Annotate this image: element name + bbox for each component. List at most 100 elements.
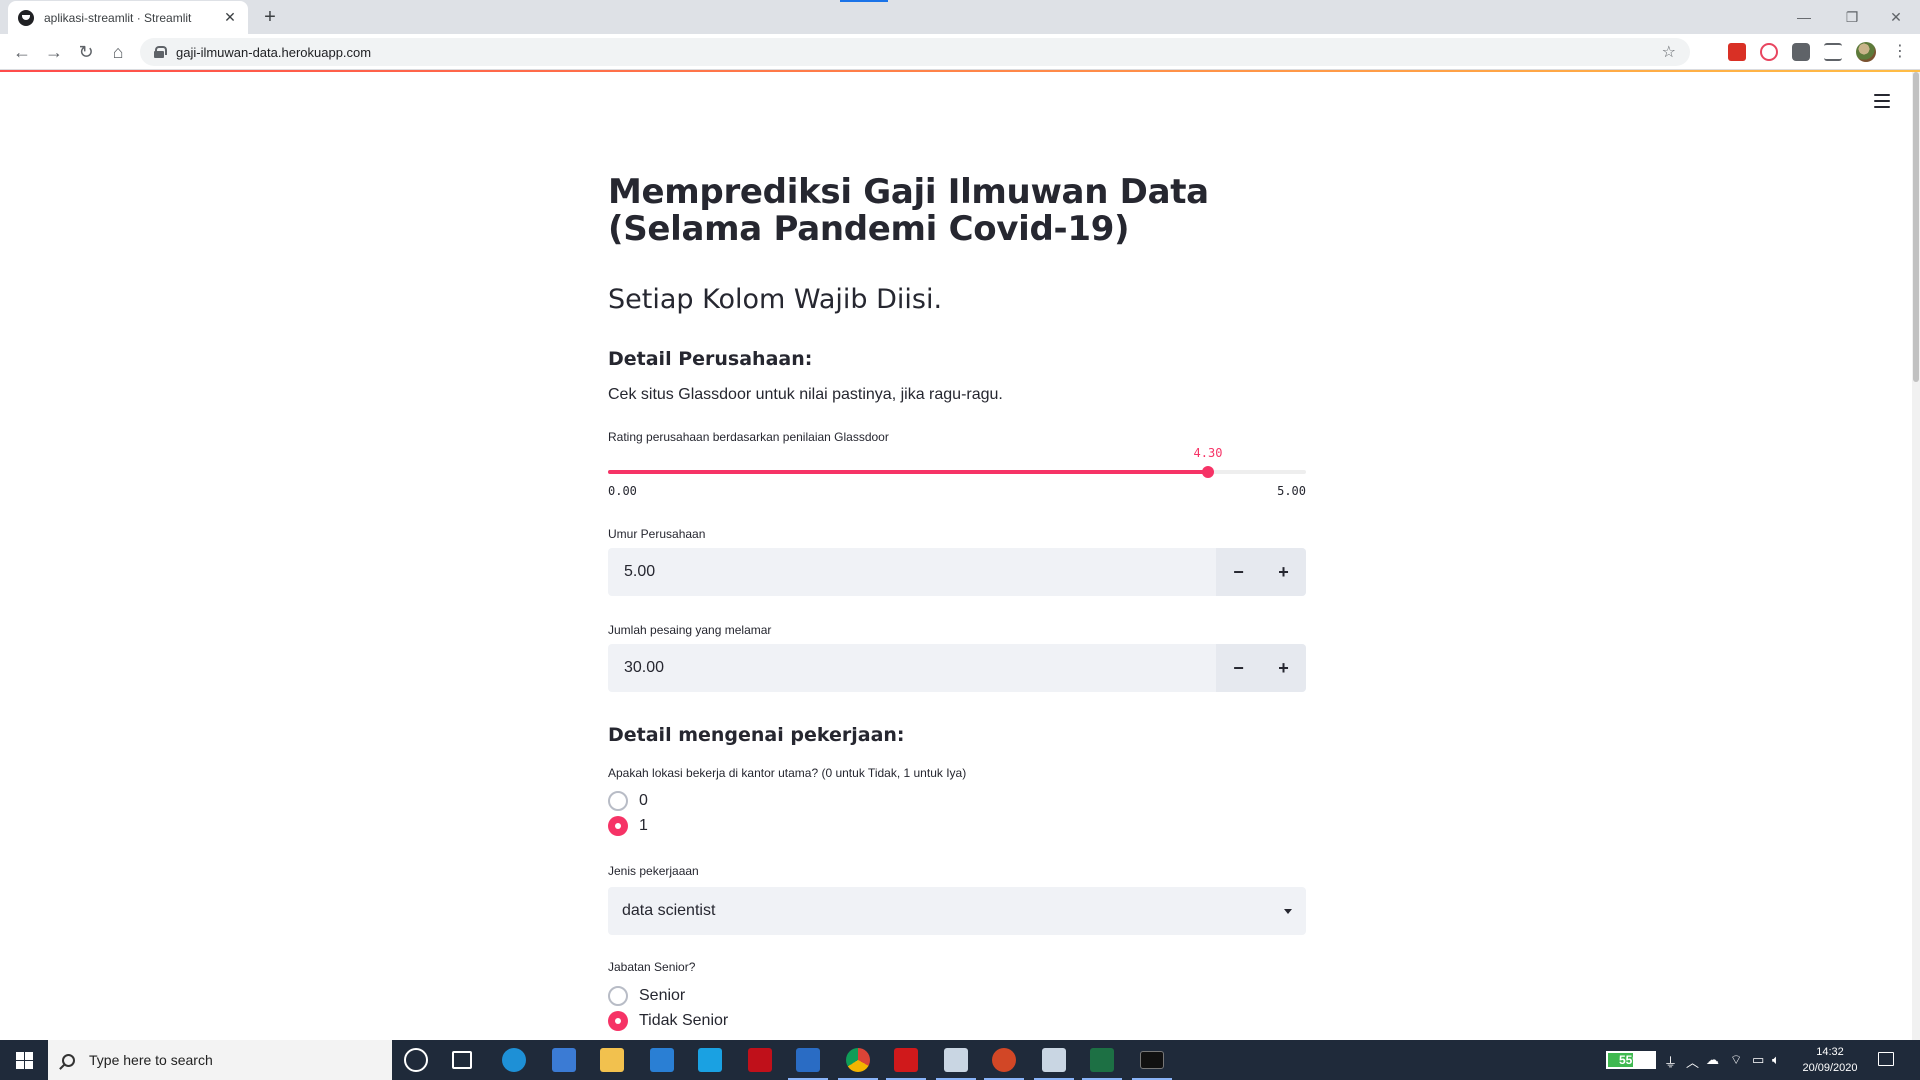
browser-tab[interactable]: aplikasi-streamlit · Streamlit ✕ xyxy=(8,1,248,34)
headquarters-radio-option[interactable]: 0 xyxy=(608,790,648,812)
hamburger-menu-icon[interactable] xyxy=(1874,94,1890,108)
headquarters-label: Apakah lokasi bekerja di kantor utama? (… xyxy=(608,766,967,780)
seniority-radio-option[interactable]: Tidak Senior xyxy=(608,1010,728,1032)
company-description: Cek situs Glassdoor untuk nilai pastinya… xyxy=(608,386,1003,403)
file-explorer-icon[interactable] xyxy=(600,1048,624,1072)
store-icon[interactable] xyxy=(552,1048,576,1072)
tab-title: aplikasi-streamlit · Streamlit xyxy=(44,10,192,25)
rating-slider-label: Rating perusahaan berdasarkan penilaian … xyxy=(608,430,889,444)
tab-close-icon[interactable]: ✕ xyxy=(222,9,238,26)
streamlit-favicon-icon xyxy=(18,9,34,26)
browser-tabstrip: aplikasi-streamlit · Streamlit ✕ + — ❐ ✕ xyxy=(0,0,1920,34)
rating-slider-value: 4.30 xyxy=(1193,446,1223,460)
browser-menu-icon[interactable]: ⋮ xyxy=(1892,40,1908,64)
snip-app-icon[interactable] xyxy=(944,1048,968,1072)
competitors-field[interactable]: 30.00 xyxy=(608,644,1216,692)
clock-date: 20/09/2020 xyxy=(1802,1062,1858,1074)
volume-icon[interactable]: 🔈︎ xyxy=(1772,1052,1780,1068)
company-age-decrement-button[interactable]: − xyxy=(1216,548,1261,596)
clock-time: 14:32 xyxy=(1816,1046,1844,1058)
extension-red-icon[interactable] xyxy=(1728,43,1746,61)
extension-pink-icon[interactable] xyxy=(1760,43,1778,61)
company-section-heading: Detail Perusahaan: xyxy=(608,348,813,370)
radio-unselected-icon[interactable] xyxy=(608,791,628,811)
tab-search-indicator xyxy=(840,0,888,2)
battery-indicator[interactable]: 55% xyxy=(1606,1051,1656,1069)
radio-selected-icon[interactable] xyxy=(608,1011,628,1031)
scrollbar-thumb[interactable] xyxy=(1913,72,1919,382)
job-type-label: Jenis pekerjaaan xyxy=(608,864,699,878)
wifi-icon[interactable]: ⌔ xyxy=(1730,1052,1742,1068)
forward-arrow-icon[interactable]: → xyxy=(42,40,66,64)
page-scrollbar[interactable] xyxy=(1912,72,1920,1040)
l-app-icon[interactable] xyxy=(698,1048,722,1072)
radio-option-label: 0 xyxy=(639,792,648,809)
onedrive-cloud-icon[interactable]: ☁ xyxy=(1706,1052,1719,1068)
back-arrow-icon[interactable]: ← xyxy=(10,40,34,64)
competitors-input: 30.00 − + xyxy=(608,644,1306,692)
edge-icon[interactable] xyxy=(502,1048,526,1072)
job-section-heading: Detail mengenai pekerjaan: xyxy=(608,724,905,746)
cortana-icon[interactable] xyxy=(404,1048,428,1072)
minimize-window-icon[interactable]: — xyxy=(1784,5,1824,29)
radio-unselected-icon[interactable] xyxy=(608,986,628,1006)
search-icon xyxy=(62,1053,75,1067)
new-tab-button[interactable]: + xyxy=(258,5,282,29)
streamlit-app: Memprediksi Gaji Ilmuwan Data (Selama Pa… xyxy=(0,72,1920,1040)
excel-icon[interactable] xyxy=(1090,1048,1114,1072)
headquarters-radio-option[interactable]: 1 xyxy=(608,815,648,837)
lock-icon[interactable] xyxy=(154,46,167,58)
profile-avatar[interactable] xyxy=(1856,42,1876,62)
chevron-up-icon[interactable]: ︿ xyxy=(1686,1052,1699,1071)
windows-taskbar: Type here to search 55% ⏚ ︿ ☁ ⌔ ▭ 🔈︎ 14:… xyxy=(0,1040,1920,1080)
competitors-label: Jumlah pesaing yang melamar xyxy=(608,623,772,637)
snip-app-icon[interactable] xyxy=(1042,1048,1066,1072)
browser-toolbar: ← → ↻ ⌂ gaji-ilmuwan-data.herokuapp.com … xyxy=(0,34,1920,70)
company-age-label: Umur Perusahaan xyxy=(608,527,706,541)
battery-tray-icon[interactable]: ▭ xyxy=(1752,1052,1764,1068)
page-subtitle: Setiap Kolom Wajib Diisi. xyxy=(608,284,943,315)
mail-icon[interactable] xyxy=(650,1048,674,1072)
power-plug-icon[interactable]: ⏚ xyxy=(1664,1052,1677,1071)
restore-window-icon[interactable]: ❐ xyxy=(1832,5,1872,29)
radio-option-label: 1 xyxy=(639,817,648,834)
radio-option-label: Tidak Senior xyxy=(639,1012,729,1029)
task-view-icon[interactable] xyxy=(452,1051,472,1069)
job-type-value: data scientist xyxy=(622,902,716,919)
notification-center-icon[interactable] xyxy=(1878,1052,1894,1066)
close-window-icon[interactable]: ✕ xyxy=(1876,5,1916,29)
battery-percent-text: 55% xyxy=(1618,1053,1644,1067)
terminal-icon[interactable] xyxy=(1140,1051,1164,1069)
windows-start-icon[interactable] xyxy=(0,1040,48,1080)
taskbar-search-placeholder: Type here to search xyxy=(89,1052,213,1068)
chevron-down-icon[interactable] xyxy=(1284,908,1292,914)
bookmark-star-icon[interactable]: ☆ xyxy=(1662,42,1676,62)
competitors-increment-button[interactable]: + xyxy=(1261,644,1306,692)
radio-option-label: Senior xyxy=(639,987,686,1004)
taskbar-search-box[interactable]: Type here to search xyxy=(48,1040,392,1080)
competitors-decrement-button[interactable]: − xyxy=(1216,644,1261,692)
media-queue-icon[interactable] xyxy=(1824,43,1842,61)
job-type-select[interactable]: data scientist xyxy=(608,887,1306,935)
address-bar[interactable]: gaji-ilmuwan-data.herokuapp.com ☆ xyxy=(140,38,1690,66)
extensions-puzzle-icon[interactable] xyxy=(1792,43,1810,61)
rating-slider-thumb[interactable] xyxy=(1202,466,1214,478)
reload-icon[interactable]: ↻ xyxy=(74,40,98,64)
chrome-icon[interactable] xyxy=(846,1048,870,1072)
home-icon[interactable]: ⌂ xyxy=(106,40,130,64)
url-text[interactable]: gaji-ilmuwan-data.herokuapp.com xyxy=(176,45,1662,60)
company-age-field[interactable]: 5.00 xyxy=(608,548,1216,596)
company-age-increment-button[interactable]: + xyxy=(1261,548,1306,596)
powerpoint-icon[interactable] xyxy=(992,1048,1016,1072)
seniority-label: Jabatan Senior? xyxy=(608,960,696,974)
acrobat-icon[interactable] xyxy=(894,1048,918,1072)
page-title: Memprediksi Gaji Ilmuwan Data (Selama Pa… xyxy=(608,172,1209,249)
company-age-input: 5.00 − + xyxy=(608,548,1306,596)
taskbar-clock[interactable]: 14:32 20/09/2020 xyxy=(1790,1044,1870,1076)
rating-slider-max: 5.00 xyxy=(1277,484,1306,498)
seniority-radio-option[interactable]: Senior xyxy=(608,985,685,1007)
radio-selected-icon[interactable] xyxy=(608,816,628,836)
mcafee-icon[interactable] xyxy=(748,1048,772,1072)
rating-slider-min: 0.00 xyxy=(608,484,637,498)
anaconda-icon[interactable] xyxy=(796,1048,820,1072)
